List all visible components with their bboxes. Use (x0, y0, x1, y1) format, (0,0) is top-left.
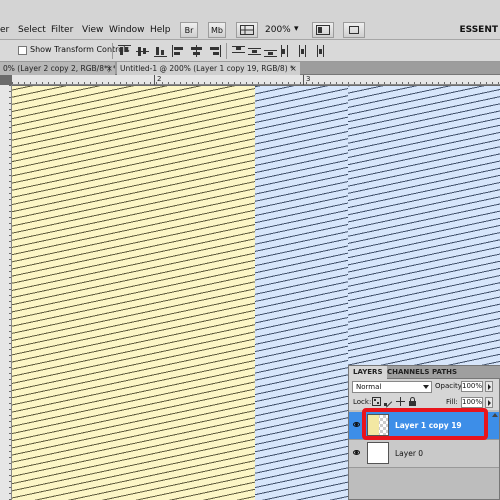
photoshop-window: er Select Filter View Window Help Br Mb … (0, 0, 500, 500)
tab-layers[interactable]: LAYERS (349, 366, 387, 379)
document-canvas[interactable] (12, 86, 348, 500)
ruler-tick (303, 75, 304, 85)
separator (112, 43, 113, 59)
menu-window[interactable]: Window (109, 25, 145, 35)
workspace-switcher[interactable]: ESSENT (459, 25, 498, 35)
menu-layer[interactable]: er (0, 25, 9, 35)
distribute-left-icon[interactable] (280, 45, 293, 57)
ruler-label: 2 (157, 75, 162, 83)
show-transform-label: Show Transform Controls (30, 45, 130, 54)
menu-view[interactable]: View (82, 25, 103, 35)
arrange-documents-button[interactable] (312, 22, 334, 38)
fill-slider-toggle[interactable] (485, 397, 493, 408)
opacity-label: Opacity: (435, 382, 464, 390)
lock-pixels-icon[interactable] (384, 397, 393, 408)
tab-label: Untitled-1 @ 200% (Layer 1 copy 19, RGB/… (120, 64, 294, 73)
tab-document-2[interactable]: Untitled-1 @ 200% (Layer 1 copy 19, RGB/… (117, 62, 300, 75)
layer-row-layer-0[interactable]: Layer 0 (349, 440, 499, 468)
menu-filter[interactable]: Filter (51, 25, 73, 35)
ruler-tick (154, 75, 155, 85)
zoom-level[interactable]: 200% (265, 25, 291, 35)
close-icon[interactable]: × (290, 62, 297, 75)
align-right-icon[interactable] (208, 45, 221, 57)
menu-help[interactable]: Help (150, 25, 171, 35)
scroll-up-icon[interactable] (492, 413, 498, 417)
chevron-down-icon[interactable]: ▾ (294, 24, 299, 34)
document-tabs: 0% (Layer 2 copy 2, RGB/8*) * × Untitled… (0, 62, 500, 75)
lock-label: Lock: (353, 398, 372, 406)
options-bar: Show Transform Controls (0, 40, 500, 62)
lock-all-icon[interactable] (408, 397, 417, 406)
tab-label: 0% (Layer 2 copy 2, RGB/8*) * (3, 64, 115, 73)
fill-field[interactable]: 100% (461, 397, 483, 408)
vertical-ruler[interactable] (0, 85, 12, 500)
align-bottom-icon[interactable] (154, 45, 167, 57)
blend-mode-value: Normal (356, 383, 382, 391)
grid-icon (240, 25, 254, 35)
distribute-vcenter-icon[interactable] (248, 45, 261, 57)
bridge-button[interactable]: Br (180, 22, 198, 38)
blend-mode-select[interactable]: Normal (352, 381, 432, 393)
align-hcenter-icon[interactable] (190, 45, 203, 57)
ruler-label: 3 (306, 75, 311, 83)
extras-button[interactable] (236, 22, 258, 38)
tab-document-1[interactable]: 0% (Layer 2 copy 2, RGB/8*) * (0, 62, 115, 75)
selection-highlight (362, 408, 488, 440)
show-transform-checkbox[interactable] (18, 46, 27, 55)
mini-bridge-button[interactable]: Mb (208, 22, 226, 38)
distribute-right-icon[interactable] (312, 45, 325, 57)
tab-paths[interactable]: PATHS (428, 366, 461, 379)
layer-name: Layer 0 (395, 449, 424, 458)
menu-bar: er Select Filter View Window Help Br Mb … (0, 0, 500, 40)
blue-pattern-region[interactable] (348, 86, 500, 365)
eye-icon[interactable] (353, 450, 360, 455)
opacity-field[interactable]: 100% (461, 381, 483, 392)
distribute-hcenter-icon[interactable] (296, 45, 309, 57)
yellow-pattern-region (12, 86, 255, 500)
distribute-top-icon[interactable] (232, 45, 245, 57)
opacity-slider-toggle[interactable] (485, 381, 493, 392)
blue-pattern-region (255, 86, 348, 500)
lock-position-icon[interactable] (396, 397, 405, 406)
lock-transparency-icon[interactable] (372, 397, 381, 406)
panel-tabs: LAYERS CHANNELS PATHS (349, 366, 500, 379)
horizontal-ruler[interactable]: 2 3 (12, 75, 500, 85)
align-top-icon[interactable] (118, 45, 131, 57)
screen-mode-icon (349, 26, 359, 34)
menu-select[interactable]: Select (18, 25, 46, 35)
eye-icon[interactable] (353, 422, 360, 427)
tab-channels[interactable]: CHANNELS (383, 366, 433, 379)
distribute-bottom-icon[interactable] (264, 45, 277, 57)
layer-thumbnail (367, 442, 389, 464)
chevron-down-icon (423, 385, 429, 389)
arrange-icon (316, 25, 330, 35)
align-vcenter-icon[interactable] (136, 45, 149, 57)
align-left-icon[interactable] (172, 45, 185, 57)
fill-label: Fill: (446, 398, 458, 406)
close-icon[interactable]: × (106, 62, 113, 75)
separator (226, 43, 227, 59)
screen-mode-button[interactable] (343, 22, 365, 38)
